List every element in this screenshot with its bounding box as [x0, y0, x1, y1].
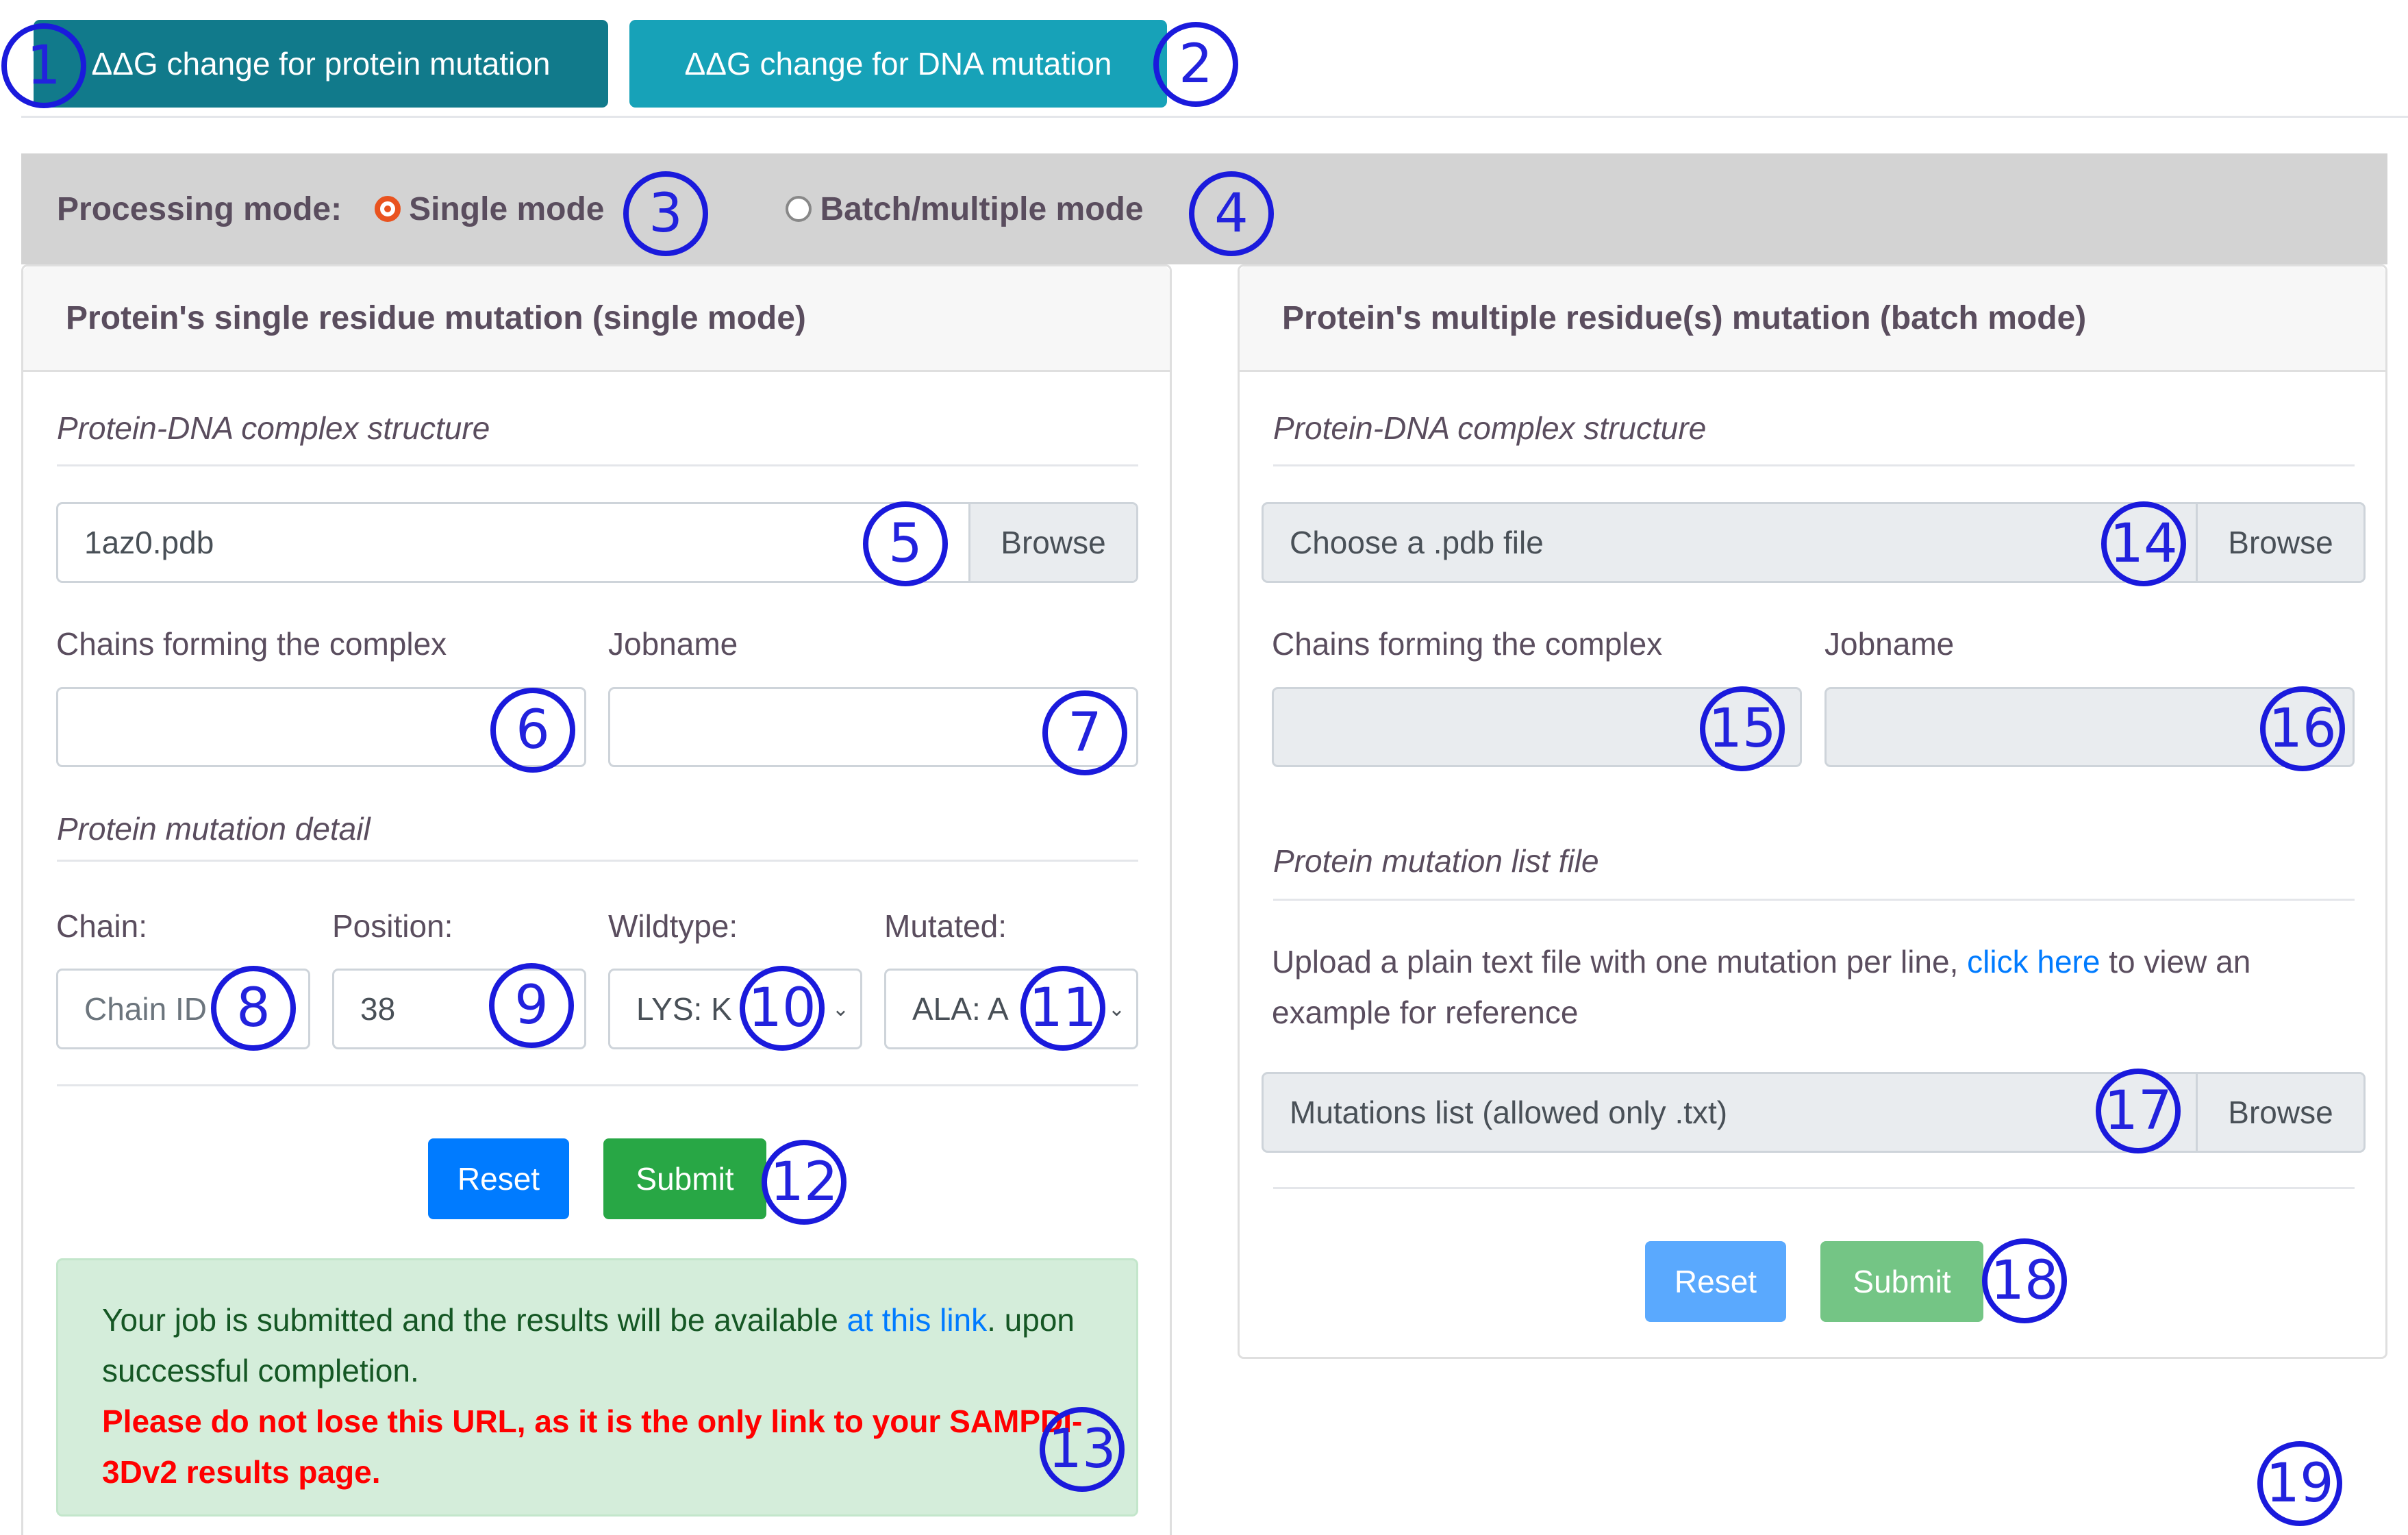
divider	[1273, 1187, 2355, 1189]
instructions-text: Upload a plain text file with one mutati…	[1272, 944, 1968, 979]
divider	[57, 860, 1138, 862]
wildtype-value: LYS: K	[636, 991, 732, 1027]
divider	[1273, 464, 2355, 466]
position-label: Position:	[332, 908, 453, 944]
single-jobname-label: Jobname	[608, 626, 738, 662]
batch-chains-label: Chains forming the complex	[1272, 626, 1663, 662]
tab-protein-mutation[interactable]: ΔΔG change for protein mutation	[34, 20, 608, 108]
radio-unchecked-icon	[786, 196, 812, 222]
chevron-down-icon: ⌄	[831, 997, 849, 1021]
batch-pdb-file-input[interactable]: Choose a .pdb file Browse	[1262, 502, 2366, 583]
chain-label: Chain:	[56, 908, 147, 944]
radio-checked-icon	[375, 196, 401, 222]
mutated-select[interactable]: ALA: A ⌄	[884, 969, 1138, 1049]
chevron-down-icon: ⌄	[1107, 997, 1125, 1021]
batch-submit-button[interactable]: Submit	[1820, 1241, 1983, 1322]
alert-warning: Please do not lose this URL, as it is th…	[102, 1403, 1083, 1490]
position-input[interactable]: 38	[332, 969, 586, 1049]
mutation-list-instructions: Upload a plain text file with one mutati…	[1272, 936, 2368, 1038]
single-reset-button[interactable]: Reset	[428, 1138, 569, 1219]
chain-id-input[interactable]: Chain ID	[56, 969, 310, 1049]
mutation-list-placeholder: Mutations list (allowed only .txt)	[1290, 1095, 1728, 1130]
batch-structure-section-title: Protein-DNA complex structure	[1273, 410, 1707, 446]
processing-mode-bar: Processing mode: Single mode Batch/multi…	[21, 153, 2387, 264]
single-mode-header: Protein's single residue mutation (singl…	[23, 266, 1170, 372]
job-submitted-alert: Your job is submitted and the results wi…	[56, 1258, 1138, 1517]
divider	[57, 1084, 1138, 1086]
batch-mode-header: Protein's multiple residue(s) mutation (…	[1240, 266, 2385, 372]
tab-dna-mutation[interactable]: ΔΔG change for DNA mutation	[629, 20, 1167, 108]
radio-single-mode-label: Single mode	[409, 190, 605, 227]
batch-reset-button[interactable]: Reset	[1645, 1241, 1786, 1322]
mutated-value: ALA: A	[912, 991, 1009, 1027]
annotation-marker: 19	[2257, 1441, 2342, 1526]
single-chains-label: Chains forming the complex	[56, 626, 447, 662]
single-pdb-file-input[interactable]: 1az0.pdb Browse	[56, 502, 1138, 583]
chain-id-placeholder: Chain ID	[84, 991, 207, 1027]
radio-batch-mode-label: Batch/multiple mode	[820, 190, 1144, 227]
single-submit-button[interactable]: Submit	[603, 1138, 766, 1219]
tab-divider	[21, 116, 2408, 118]
batch-chains-input[interactable]	[1272, 687, 1802, 767]
mutation-list-browse-button[interactable]: Browse	[2196, 1074, 2363, 1151]
single-pdb-file-name: 1az0.pdb	[84, 525, 214, 560]
radio-batch-mode[interactable]: Batch/multiple mode	[786, 190, 1144, 228]
divider	[57, 464, 1138, 466]
single-jobname-input[interactable]	[608, 687, 1138, 767]
processing-mode-label: Processing mode:	[57, 190, 342, 227]
wildtype-select[interactable]: LYS: K ⌄	[608, 969, 862, 1049]
batch-pdb-file-placeholder: Choose a .pdb file	[1290, 525, 1544, 560]
batch-jobname-input[interactable]	[1824, 687, 2355, 767]
batch-jobname-label: Jobname	[1824, 626, 1955, 662]
wildtype-label: Wildtype:	[608, 908, 738, 944]
single-structure-section-title: Protein-DNA complex structure	[57, 410, 490, 446]
divider	[1273, 899, 2355, 901]
alert-text: Your job is submitted and the results wi…	[102, 1302, 847, 1338]
mutated-label: Mutated:	[884, 908, 1007, 944]
radio-single-mode[interactable]: Single mode	[375, 190, 604, 228]
results-link[interactable]: at this link	[847, 1302, 988, 1338]
single-chains-input[interactable]	[56, 687, 586, 767]
example-link[interactable]: click here	[1967, 944, 2100, 979]
mutation-list-file-input[interactable]: Mutations list (allowed only .txt) Brows…	[1262, 1072, 2366, 1153]
batch-browse-button[interactable]: Browse	[2196, 504, 2363, 581]
mutation-detail-section-title: Protein mutation detail	[57, 811, 371, 847]
position-value: 38	[360, 991, 396, 1027]
mutation-list-section-title: Protein mutation list file	[1273, 843, 1599, 879]
single-browse-button[interactable]: Browse	[968, 504, 1136, 581]
